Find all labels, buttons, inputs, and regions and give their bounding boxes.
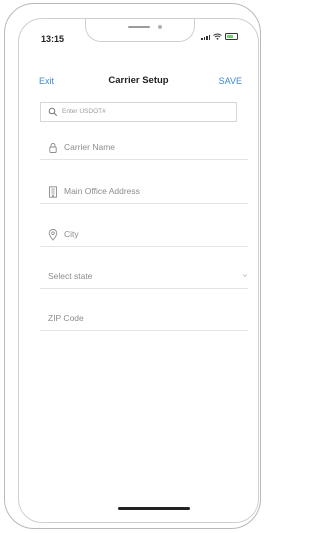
field-divider [40, 288, 248, 289]
state-select[interactable]: Select state [40, 267, 248, 289]
zip-code-placeholder: ZIP Code [48, 313, 84, 323]
lock-icon [49, 143, 57, 153]
field-divider [40, 246, 248, 247]
battery-icon [225, 33, 238, 40]
zip-code-field[interactable]: ZIP Code [40, 309, 248, 331]
phone-notch [85, 19, 195, 42]
wifi-icon [213, 33, 222, 40]
status-time: 13:15 [41, 34, 65, 44]
nav-header: Exit Carrier Setup SAVE [19, 74, 258, 92]
app-screen: 13:15 Exit Carrier Setup SAVE Enter USDO… [18, 18, 259, 523]
status-icons [201, 33, 238, 40]
field-divider [40, 159, 248, 160]
search-placeholder: Enter USDOT# [62, 108, 106, 115]
phone-frame: 13:15 Exit Carrier Setup SAVE Enter USDO… [4, 3, 261, 529]
state-select-label: Select state [48, 271, 93, 281]
usdot-search-input[interactable]: Enter USDOT# [40, 102, 237, 122]
carrier-name-field[interactable]: Carrier Name [40, 138, 248, 160]
field-divider [40, 203, 248, 204]
chevron-down-icon [242, 274, 248, 278]
search-icon [48, 107, 58, 117]
main-office-address-placeholder: Main Office Address [64, 186, 140, 196]
location-pin-icon [48, 229, 58, 241]
home-indicator [118, 507, 190, 510]
carrier-name-placeholder: Carrier Name [64, 142, 116, 152]
speaker-grille [128, 26, 150, 28]
field-divider [40, 330, 248, 331]
save-button[interactable]: SAVE [219, 76, 242, 86]
city-field[interactable]: City [40, 225, 248, 247]
camera-dot [158, 25, 162, 29]
main-office-address-field[interactable]: Main Office Address [40, 182, 248, 204]
signal-icon [201, 35, 210, 40]
city-placeholder: City [64, 229, 79, 239]
building-icon [49, 186, 57, 198]
